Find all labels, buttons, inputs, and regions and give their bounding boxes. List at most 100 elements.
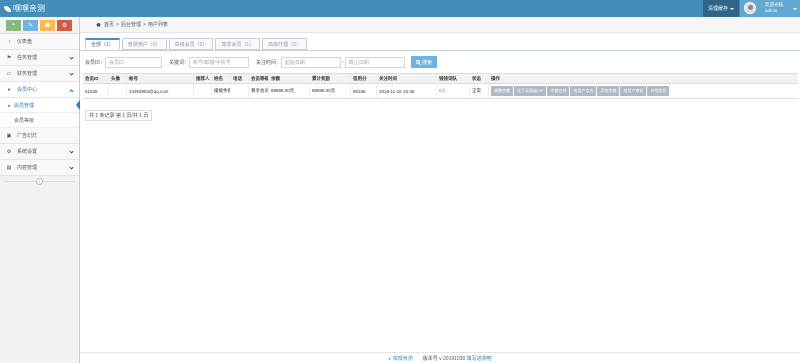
shortcut-stats-button[interactable]: ▪ <box>6 19 21 31</box>
cell-status: 正常 <box>470 84 489 98</box>
adjust-balance-button[interactable]: 调整余额 <box>491 86 513 96</box>
sidebar-item-finance[interactable]: ▭ 财务管理 <box>0 66 79 82</box>
keyword-input[interactable]: 帐号/邮箱/手机号 <box>189 56 250 68</box>
footer-version: 版本号 v 20191030 填写进测吧 <box>423 355 492 362</box>
column-header: 电话 <box>231 74 249 83</box>
cell-balance: 88888.00元 <box>269 84 310 98</box>
sidebar-item-settings[interactable]: ⚙ 系统设置 <box>0 144 79 160</box>
sidebar: ▪ ✎ ☗ ⚙ ◔ 仪表盘 ⚑ 任务管理 ▭ 财务管理 ● 会员中心 会员管理 … <box>0 17 80 363</box>
table-row: 51536 34363983@qq.com 缓缓余则 尊享会员 88888.00… <box>83 84 798 99</box>
search-button[interactable]: 搜索 <box>411 56 437 68</box>
end-date-input[interactable]: 截止日期 <box>344 56 405 68</box>
action-buttons: 调整余额 设下无限级VIP 余额在线 给用户点名 添加余额 给用户审核 详细信息 <box>491 86 670 96</box>
sidebar-item-ads[interactable]: ▣ 广告幻灯 <box>0 128 79 144</box>
clear-cache-label: 清理缓存 <box>707 6 728 12</box>
welcome-text: 欢迎光临, admin <box>765 2 784 14</box>
sidebar-item-tasks[interactable]: ⚑ 任务管理 <box>0 50 79 66</box>
home-icon <box>96 22 101 27</box>
sidebar-collapse: « <box>0 176 79 186</box>
cell-member-id: 51536 <box>83 84 109 98</box>
column-header: 信用分 <box>351 74 377 83</box>
set-vip-button[interactable]: 设下无限级VIP <box>514 86 547 96</box>
tachometer-icon: ◔ <box>7 38 11 45</box>
add-balance-button[interactable]: 添加余额 <box>597 86 620 96</box>
search-button-label: 搜索 <box>421 59 432 66</box>
column-header: 累计奖励 <box>310 74 351 83</box>
signal-icon: ▪ <box>12 22 15 28</box>
column-header: 会员等级 <box>249 74 269 83</box>
image-icon: ▣ <box>6 132 12 139</box>
sidebar-item-members[interactable]: ● 会员中心 <box>0 82 79 98</box>
footer-brand: 嘿嘿亲测 <box>388 355 413 362</box>
search-filter: 会员ID： 会员ID 关键词： 帐号/邮箱/手机号 关注时间： 起始日期 - 截… <box>85 55 405 69</box>
sidebar-item-label: 任务管理 <box>17 55 38 61</box>
folder-icon: ▤ <box>6 164 12 171</box>
sidebar-item-label: 内容管理 <box>17 165 38 171</box>
team-count-link[interactable]: 0人 <box>437 84 470 98</box>
tab-senior-members[interactable]: 高级会员（0） <box>168 38 214 50</box>
cell-name: 缓缓余则 <box>212 84 231 98</box>
member-id-label: 会员ID： <box>85 59 106 66</box>
collapse-sidebar-button[interactable]: « <box>36 177 43 185</box>
breadcrumb-home[interactable]: 首页 <box>104 21 114 28</box>
column-header: 余额 <box>269 74 310 83</box>
cell-follow-time: 2019-11-16 15:45 <box>377 84 437 98</box>
sidebar-subitem-label: 会员等级 <box>14 117 35 124</box>
sidebar-subitem-member-level[interactable]: 会员等级 <box>0 113 79 128</box>
sidebar-item-content[interactable]: ▤ 内容管理 <box>0 160 79 176</box>
user-menu[interactable]: 欢迎光临, admin <box>740 0 800 17</box>
version-link[interactable]: 填写进测吧 <box>467 356 492 362</box>
pencil-icon: ✎ <box>27 22 34 29</box>
breadcrumb-page: 用户列表 <box>147 22 168 28</box>
sidebar-item-label: 财务管理 <box>17 71 38 77</box>
cell-actions: 调整余额 设下无限级VIP 余额在线 给用户点名 添加余额 给用户审核 详细信息 <box>489 84 798 98</box>
shortcut-bar: ▪ ✎ ☗ ⚙ <box>0 17 79 34</box>
app-title: 嘿嘿亲测 <box>13 4 45 13</box>
chevron-up-icon <box>69 89 74 94</box>
caret-down-icon <box>730 7 734 10</box>
column-header: 钱钱词队 <box>437 74 470 83</box>
tab-vip-members[interactable]: 尊享会员（1） <box>215 38 261 50</box>
column-header: 关注时间 <box>377 74 437 83</box>
chevron-down-icon <box>69 165 74 170</box>
cogs-icon: ⚙ <box>6 148 12 155</box>
member-id-input[interactable]: 会员ID <box>105 56 163 68</box>
cell-referrer <box>194 84 212 98</box>
shortcut-edit-button[interactable]: ✎ <box>23 19 38 31</box>
follow-time-label: 关注时间： <box>256 59 282 66</box>
clear-cache-button[interactable]: 清理缓存 <box>703 0 739 17</box>
app-logo[interactable]: 嘿嘿亲测 <box>4 3 45 14</box>
top-navbar: 嘿嘿亲测 清理缓存 欢迎光临, admin <box>0 0 800 17</box>
sidebar-subitem-member-manage[interactable]: 会员管理 <box>0 98 80 113</box>
table-header: 会员ID 头像 帐号 推荐人 姓名 电话 会员等级 余额 累计奖励 信用分 关注… <box>83 73 798 84</box>
tab-normal-users[interactable]: 普通用户（0） <box>121 38 167 50</box>
column-header: 推荐人 <box>194 74 212 83</box>
balance-online-button[interactable]: 余额在线 <box>547 86 570 96</box>
details-button[interactable]: 详细信息 <box>647 86 670 96</box>
sidebar-item-dashboard[interactable]: ◔ 仪表盘 <box>0 34 79 50</box>
tab-divider <box>80 50 800 51</box>
cell-level: 尊享会员 <box>249 84 269 98</box>
column-header: 帐号 <box>127 74 194 83</box>
column-header: 状态 <box>470 74 489 83</box>
start-date-input[interactable]: 起始日期 <box>281 56 342 68</box>
cell-reward: 88888.00元 <box>310 84 351 98</box>
user-icon: ● <box>7 86 11 93</box>
sidebar-item-label: 广告幻灯 <box>17 133 38 139</box>
breadcrumb-section[interactable]: 后台管理 <box>121 21 141 28</box>
tab-senior-agents[interactable]: 高级代理（0） <box>262 38 307 50</box>
user-rollcall-button[interactable]: 给用户点名 <box>570 86 597 96</box>
hdd-icon: ▭ <box>6 70 12 77</box>
leaf-icon <box>4 5 11 12</box>
user-review-button[interactable]: 给用户审核 <box>620 86 647 96</box>
shortcut-settings-button[interactable]: ⚙ <box>57 19 72 31</box>
sidebar-subitem-label: 会员管理 <box>14 102 35 109</box>
shortcut-users-button[interactable]: ☗ <box>40 19 55 31</box>
footer: 嘿嘿亲测 版本号 v 20191030 填写进测吧 <box>80 352 800 363</box>
users-icon: ☗ <box>44 22 51 29</box>
member-tabs: 全部（1） 普通用户（0） 高级会员（0） 尊享会员（1） 高级代理（0） <box>85 38 307 50</box>
tab-all[interactable]: 全部（1） <box>85 38 120 50</box>
flag-icon: ⚑ <box>6 54 12 61</box>
search-icon <box>415 60 420 64</box>
double-left-icon: « <box>38 178 41 184</box>
